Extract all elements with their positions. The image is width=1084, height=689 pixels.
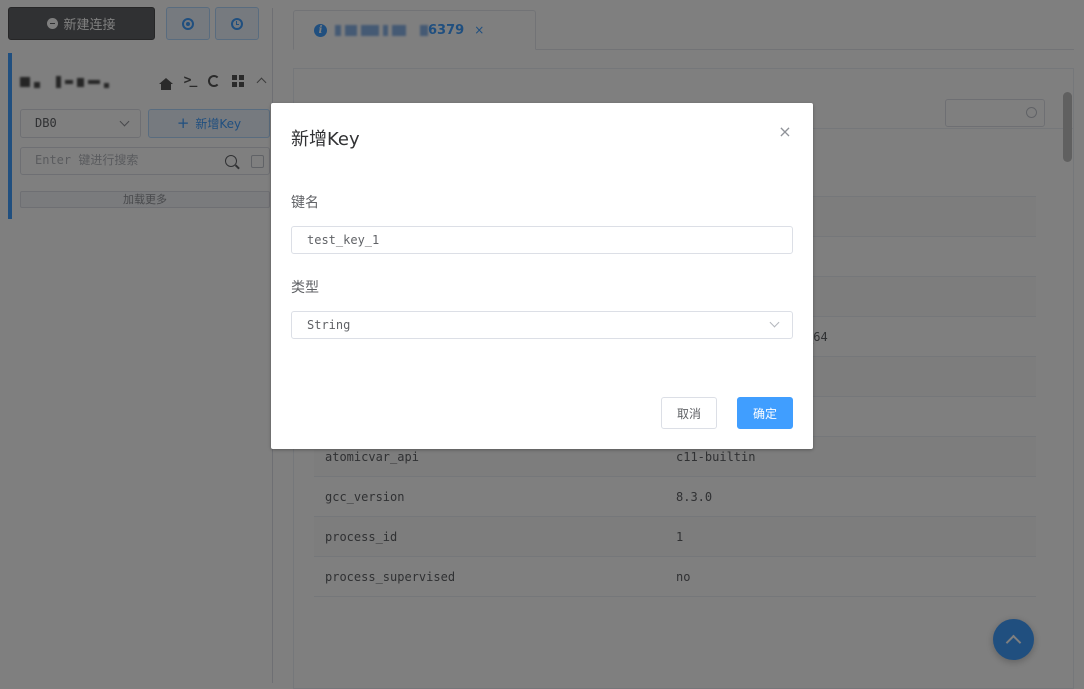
key-name-label: 键名 (291, 195, 319, 211)
confirm-button[interactable]: 确定 (737, 397, 793, 429)
new-key-dialog: 新增Key × 键名 类型 String 取消 确定 (271, 103, 813, 449)
key-type-value: String (307, 318, 351, 332)
dialog-title: 新增Key (291, 129, 360, 150)
chevron-down-icon (769, 317, 780, 328)
key-name-input[interactable] (291, 226, 793, 254)
close-icon[interactable]: × (777, 124, 793, 140)
key-type-label: 类型 (291, 280, 319, 296)
cancel-button[interactable]: 取消 (661, 397, 717, 429)
key-type-select[interactable]: String (291, 311, 793, 339)
